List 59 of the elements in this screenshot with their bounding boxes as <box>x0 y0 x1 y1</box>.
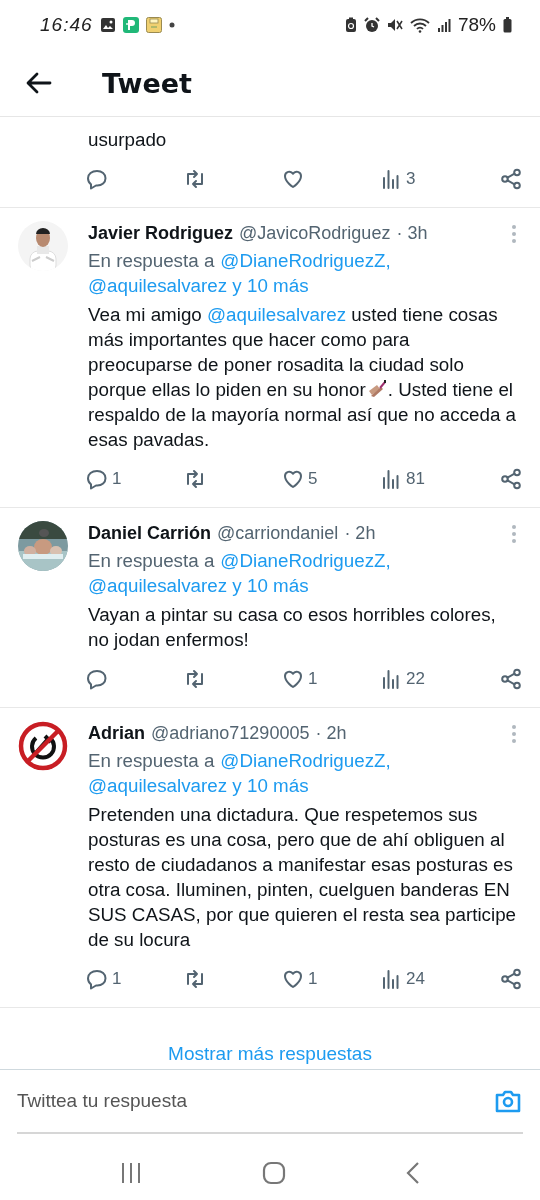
wifi-icon <box>409 17 430 33</box>
reply-to-label: En respuesta a <box>88 249 215 273</box>
back-chevron-icon <box>404 1161 421 1185</box>
share-icon <box>499 967 523 991</box>
notification-dot-icon <box>168 22 175 28</box>
tweet-text: usurpado <box>88 128 168 152</box>
share-icon <box>499 667 523 691</box>
share-icon <box>499 167 523 191</box>
post-time: · 2h <box>344 522 376 545</box>
nail-polish-icon <box>368 380 386 397</box>
user-handle[interactable]: @adriano71290005 <box>151 721 310 746</box>
battery-saver-icon <box>344 17 357 33</box>
user-handle[interactable]: @carriondaniel <box>217 521 339 546</box>
home-button[interactable] <box>262 1161 286 1185</box>
like-button[interactable]: 5 <box>281 467 318 491</box>
share-button[interactable] <box>499 667 523 691</box>
gallery-icon <box>99 17 116 33</box>
prohibition-sign-icon <box>18 721 68 771</box>
speech-bubble-icon <box>85 967 109 991</box>
mute-icon <box>386 17 403 33</box>
app-icon <box>122 17 139 33</box>
back-nav-button[interactable] <box>404 1161 421 1185</box>
like-button[interactable]: 1 <box>281 667 318 691</box>
post-time: · 2h <box>315 722 347 745</box>
user-name[interactable]: Javier Rodriguez <box>88 221 234 246</box>
tweet-text: Vayan a pintar su casa co esos horribles colores, no jodan enfermos! <box>88 603 497 652</box>
home-icon <box>262 1161 286 1185</box>
views-button[interactable]: 81 <box>379 467 425 491</box>
app-icon <box>145 17 162 33</box>
user-handle[interactable]: @JavicoRodriguez <box>239 221 391 246</box>
user-name[interactable]: Adrian <box>88 721 145 746</box>
speech-bubble-icon <box>85 667 109 691</box>
views-button[interactable]: 3 <box>379 167 416 191</box>
like-button[interactable]: 1 <box>281 967 318 991</box>
share-button[interactable] <box>499 467 523 491</box>
tweet-text: Pretenden una dictadura. Que respetemos sus posturas es una cosa, pero que de ahí obliguen al resto de ciudadanos a manifestar esas posturas es otra cosa. Iluminen, pinten, cuelguen banderas EN SUS CASAS, por que quieren el resta sea participe de su locura <box>88 803 518 952</box>
user-name[interactable]: Daniel Carrión <box>88 521 212 546</box>
signal-icon <box>436 17 451 33</box>
reply-button[interactable] <box>85 667 109 691</box>
views-button[interactable]: 24 <box>379 967 425 991</box>
share-icon <box>499 467 523 491</box>
battery-percentage: 78% <box>457 14 496 36</box>
reply-button[interactable] <box>85 167 109 191</box>
post-time: · 3h <box>396 222 428 245</box>
speech-bubble-icon <box>85 167 109 191</box>
views-button[interactable]: 22 <box>379 667 425 691</box>
reply-button[interactable]: 1 <box>85 467 122 491</box>
reply-input-field[interactable]: Twittea tu respuesta <box>17 1090 493 1112</box>
speech-bubble-icon <box>85 467 109 491</box>
clock-time: 16:46 <box>40 14 93 36</box>
reply-to-label: En respuesta a <box>88 749 215 773</box>
reply-to-label: En respuesta a <box>88 549 215 573</box>
alarm-icon <box>363 17 380 33</box>
share-button[interactable] <box>499 167 523 191</box>
battery-icon <box>503 17 512 33</box>
share-button[interactable] <box>499 967 523 991</box>
reply-button[interactable]: 1 <box>85 967 122 991</box>
page-title: Tweet <box>102 67 192 99</box>
tweet-text: Vea mi amigo @aquilesalvarez usted tiene cosas más importantes que hacer como para preocuparse de poner rosadita la ciudad solo porque ellas lo piden en su honor . Usted tiene el respaldo de la mayoría normal así que no acceda a esas pavadas. <box>88 303 518 452</box>
